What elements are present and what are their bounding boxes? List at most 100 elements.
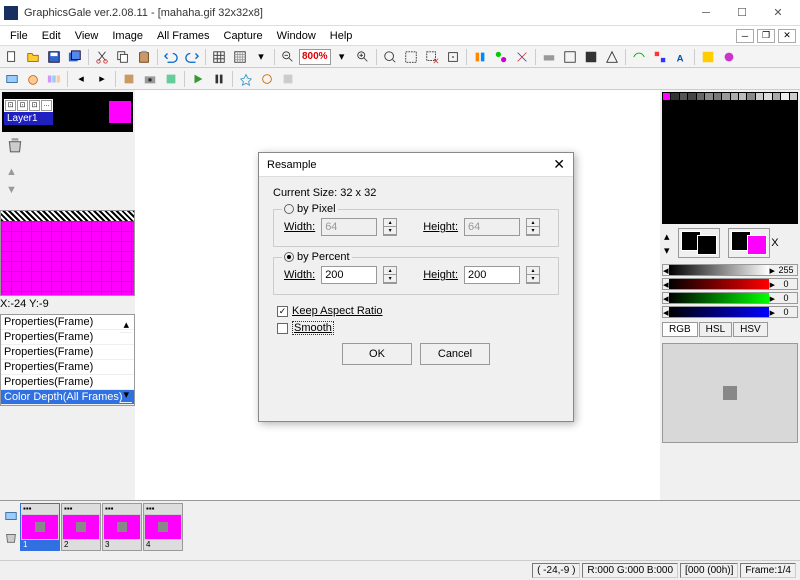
blue-slider[interactable]: ◂▸0	[662, 306, 798, 318]
by-pixel-radio[interactable]	[284, 204, 294, 214]
fx1-icon[interactable]	[236, 70, 256, 88]
menu-view[interactable]: View	[69, 28, 105, 44]
zoom-level[interactable]: 800%	[299, 49, 331, 65]
deselect-icon[interactable]	[422, 48, 442, 66]
tool10-icon[interactable]	[698, 48, 718, 66]
paste-icon[interactable]	[134, 48, 154, 66]
green-slider[interactable]: ◂▸0	[662, 292, 798, 304]
prev-icon[interactable]: ▸	[92, 70, 112, 88]
dialog-close-icon[interactable]: ✕	[553, 156, 565, 173]
minimize-button[interactable]: ─	[688, 3, 724, 23]
open-icon[interactable]	[23, 48, 43, 66]
menu-image[interactable]: Image	[106, 28, 149, 44]
pause-icon[interactable]	[209, 70, 229, 88]
frame-3[interactable]: ▪▪▪3	[102, 503, 142, 551]
history-item[interactable]: Properties(Frame)	[1, 315, 134, 330]
copy-icon[interactable]	[113, 48, 133, 66]
percent-width-spinner[interactable]: ▴▾	[383, 266, 397, 284]
menu-help[interactable]: Help	[324, 28, 359, 44]
red-slider[interactable]: ◂▸0	[662, 278, 798, 290]
frame-2[interactable]: ▪▪▪2	[61, 503, 101, 551]
scroll-down-icon[interactable]: ▾	[123, 388, 129, 401]
percent-width-input[interactable]	[321, 266, 377, 284]
fx2-icon[interactable]	[257, 70, 277, 88]
dropdown-icon[interactable]: ▾	[251, 48, 271, 66]
grid2-icon[interactable]	[230, 48, 250, 66]
percent-height-spinner[interactable]: ▴▾	[526, 266, 540, 284]
fit-icon[interactable]	[380, 48, 400, 66]
frame-1[interactable]: ▪▪▪1	[20, 503, 60, 551]
scroll-up-icon[interactable]: ▴	[123, 318, 129, 331]
cancel-button[interactable]: Cancel	[420, 343, 490, 365]
menu-edit[interactable]: Edit	[36, 28, 67, 44]
tool11-icon[interactable]	[719, 48, 739, 66]
pixel-height-input[interactable]	[464, 218, 520, 236]
frames-icon[interactable]	[44, 70, 64, 88]
history-item[interactable]: Properties(Frame)	[1, 345, 134, 360]
frames-trash-icon[interactable]	[4, 530, 18, 547]
fg-bg-colors-2[interactable]: X	[728, 228, 770, 258]
tab-hsl[interactable]: HSL	[699, 322, 732, 337]
mdi-close-button[interactable]: ✕	[778, 29, 796, 43]
zoomdrop-icon[interactable]: ▾	[332, 48, 352, 66]
rec-icon[interactable]	[119, 70, 139, 88]
history-item[interactable]: Properties(Frame)	[1, 375, 134, 390]
preview-grid[interactable]	[1, 221, 134, 295]
tab-hsv[interactable]: HSV	[733, 322, 768, 337]
first-icon[interactable]: ◂	[71, 70, 91, 88]
tool2-icon[interactable]	[491, 48, 511, 66]
cut-icon[interactable]	[92, 48, 112, 66]
ok-button[interactable]: OK	[342, 343, 412, 365]
history-panel[interactable]: Properties(Frame) Properties(Frame) Prop…	[0, 314, 135, 406]
pixel-width-spinner[interactable]: ▴▾	[383, 218, 397, 236]
trash-icon[interactable]	[6, 136, 24, 154]
zoomout-icon[interactable]	[278, 48, 298, 66]
color-palette[interactable]	[662, 92, 798, 224]
tool4-icon[interactable]	[539, 48, 559, 66]
saveall-icon[interactable]	[65, 48, 85, 66]
select-rect-icon[interactable]	[401, 48, 421, 66]
onion-icon[interactable]	[23, 70, 43, 88]
close-button[interactable]: ✕	[760, 3, 796, 23]
undo-icon[interactable]	[161, 48, 181, 66]
tool9-icon[interactable]	[650, 48, 670, 66]
layer-down-icon[interactable]: ▼	[6, 184, 18, 196]
mdi-restore-button[interactable]: ❐	[757, 29, 775, 43]
pal-down-icon[interactable]: ▾	[664, 244, 670, 257]
layer-name[interactable]: Layer1	[4, 112, 53, 125]
history-item[interactable]: Properties(Frame)	[1, 330, 134, 345]
fg-bg-colors[interactable]	[678, 228, 720, 258]
frame-4[interactable]: ▪▪▪4	[143, 503, 183, 551]
layer-up-icon[interactable]: ▲	[6, 166, 18, 178]
gray-gradient[interactable]: ◂▸255	[662, 264, 798, 276]
zoomin-icon[interactable]	[353, 48, 373, 66]
history-item[interactable]: Properties(Frame)	[1, 360, 134, 375]
percent-height-input[interactable]	[464, 266, 520, 284]
new-icon[interactable]	[2, 48, 22, 66]
pal-up-icon[interactable]: ▴	[664, 230, 670, 243]
by-percent-radio[interactable]	[284, 252, 294, 262]
tool6-icon[interactable]	[581, 48, 601, 66]
pixel-width-input[interactable]	[321, 218, 377, 236]
keep-aspect-checkbox[interactable]: ✓	[277, 306, 288, 317]
cam-icon[interactable]	[140, 70, 160, 88]
clip-icon[interactable]	[161, 70, 181, 88]
layer-panel[interactable]: ⊡⊡⊡… Layer1	[2, 92, 133, 132]
text-icon[interactable]: A	[671, 48, 691, 66]
tab-rgb[interactable]: RGB	[662, 322, 698, 337]
maximize-button[interactable]: ☐	[724, 3, 760, 23]
smooth-checkbox[interactable]	[277, 323, 288, 334]
tool1-icon[interactable]	[470, 48, 490, 66]
menu-capture[interactable]: Capture	[218, 28, 269, 44]
menu-allframes[interactable]: All Frames	[151, 28, 216, 44]
redo-icon[interactable]	[182, 48, 202, 66]
grid-icon[interactable]	[209, 48, 229, 66]
snap-icon[interactable]	[443, 48, 463, 66]
tool7-icon[interactable]	[602, 48, 622, 66]
mdi-minimize-button[interactable]: ─	[736, 29, 754, 43]
history-item-selected[interactable]: Color Depth(All Frames)	[1, 390, 134, 405]
anim-icon[interactable]	[2, 70, 22, 88]
tool5-icon[interactable]	[560, 48, 580, 66]
menu-window[interactable]: Window	[271, 28, 322, 44]
pixel-height-spinner[interactable]: ▴▾	[526, 218, 540, 236]
